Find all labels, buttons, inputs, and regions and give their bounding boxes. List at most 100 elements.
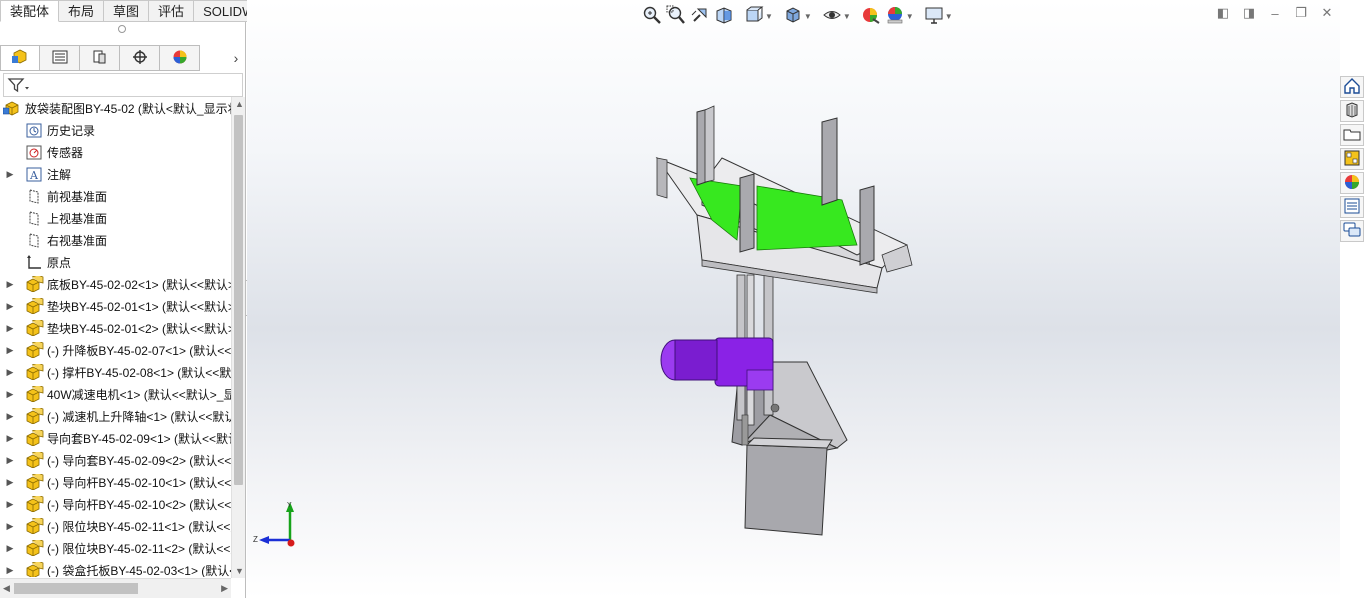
- tree-feature-row[interactable]: 传感器: [0, 141, 231, 163]
- assembly-model[interactable]: [642, 100, 932, 540]
- restore-icon[interactable]: ❐: [1294, 5, 1308, 20]
- tree-component-row[interactable]: ▶ (-) 升降板BY-45-02-07<1> (默认<<默认>_显示状态 1>): [0, 339, 231, 361]
- tab-2[interactable]: 草图: [104, 0, 150, 22]
- file-explorer-tab[interactable]: [1340, 124, 1364, 146]
- scroll-up-icon[interactable]: ▲: [235, 99, 244, 109]
- tree-component-row[interactable]: ▶ (-) 导向杆BY-45-02-10<1> (默认<<默认>_显示状态 1>): [0, 471, 231, 493]
- panel-grip-icon[interactable]: [118, 25, 126, 33]
- tree-component-row[interactable]: ▶ (-) 导向杆BY-45-02-10<2> (默认<<默认>_显示状态 1>): [0, 493, 231, 515]
- tree-root-label: 放袋装配图BY-45-02 (默认<默认_显示状态-1>): [25, 101, 231, 116]
- tab-0[interactable]: 装配体: [0, 0, 60, 22]
- tree-component-row[interactable]: ▶ (-) 袋盒托板BY-45-02-03<1> (默认<<默认>_显示状态 1>…: [0, 559, 231, 577]
- vertical-scroll-thumb[interactable]: [234, 115, 243, 485]
- expand-arrow-icon[interactable]: ▶: [0, 477, 20, 488]
- panel-tab-dimxpert-manager[interactable]: [120, 45, 160, 71]
- chevron-down-icon[interactable]: ▼: [945, 12, 953, 21]
- edit-appearance-icon: [861, 5, 881, 28]
- expand-arrow-icon[interactable]: ▶: [0, 169, 20, 180]
- expand-arrow-icon[interactable]: ▶: [0, 499, 20, 510]
- tree-component-row[interactable]: ▶ 垫块BY-45-02-01<2> (默认<<默认>_显示状态 1>): [0, 317, 231, 339]
- tree-component-row[interactable]: ▶ 底板BY-45-02-02<1> (默认<<默认>_显示状态 1>): [0, 273, 231, 295]
- close-icon[interactable]: ✕: [1320, 5, 1334, 20]
- appearances-scenes-tab[interactable]: [1340, 172, 1364, 194]
- tree-filter[interactable]: [3, 73, 243, 97]
- zoom-to-area-button[interactable]: [666, 5, 686, 27]
- appearances-scenes-icon: [1343, 173, 1361, 194]
- tree-item-label: (-) 袋盒托板BY-45-02-03<1> (默认<<默认>_显示状态 1>): [47, 563, 231, 578]
- tab-3[interactable]: 评估: [149, 0, 195, 22]
- chevron-down-icon[interactable]: ▼: [765, 12, 773, 21]
- expand-arrow-icon[interactable]: ▶: [0, 411, 20, 422]
- tree-component-row[interactable]: ▶ 垫块BY-45-02-01<1> (默认<<默认>_显示状态 1>): [0, 295, 231, 317]
- part-icon: [24, 495, 44, 513]
- expand-arrow-icon[interactable]: ▶: [0, 389, 20, 400]
- tree-feature-row[interactable]: 原点: [0, 251, 231, 273]
- tree-feature-row[interactable]: 右视基准面: [0, 229, 231, 251]
- tree-component-row[interactable]: ▶ (-) 限位块BY-45-02-11<1> (默认<<默认>_显示状态 1>): [0, 515, 231, 537]
- part-icon: [24, 429, 44, 447]
- expand-arrow-icon[interactable]: ▶: [0, 455, 20, 466]
- expand-arrow-icon[interactable]: ▶: [0, 433, 20, 444]
- design-library-tab[interactable]: [1340, 100, 1364, 122]
- expand-arrow-icon[interactable]: ▶: [0, 543, 20, 554]
- graphics-area[interactable]: ▼ ▼ ▼ ▼ ▼ ◧ ◨ – ❐ ✕ Y Z: [247, 0, 1340, 598]
- previous-view-button[interactable]: [690, 5, 710, 27]
- expand-arrow-icon[interactable]: ▶: [0, 279, 20, 290]
- panel-tab-feature-manager[interactable]: [0, 45, 40, 71]
- tree-root[interactable]: 放袋装配图BY-45-02 (默认<默认_显示状态-1>): [0, 97, 231, 119]
- view-orientation-button[interactable]: ▼: [744, 5, 773, 27]
- expand-arrow-icon[interactable]: ▶: [0, 565, 20, 576]
- chevron-down-icon[interactable]: ▼: [906, 12, 914, 21]
- expand-arrow-icon[interactable]: ▶: [0, 521, 20, 532]
- panel-tab-configuration-manager[interactable]: [80, 45, 120, 71]
- panel-tab-display-manager[interactable]: [160, 45, 200, 71]
- tree-feature-row[interactable]: ▶ A 注解: [0, 163, 231, 185]
- annotation-icon: A: [24, 165, 44, 183]
- tab-1[interactable]: 布局: [59, 0, 105, 22]
- view-palette-icon: [1343, 149, 1361, 170]
- tree-feature-row[interactable]: 历史记录: [0, 119, 231, 141]
- tree-component-row[interactable]: ▶ (-) 导向套BY-45-02-09<2> (默认<<默认>_显示状态 1>): [0, 449, 231, 471]
- view-settings-button[interactable]: ▼: [924, 5, 953, 27]
- scroll-right-icon[interactable]: ▶: [221, 583, 228, 594]
- tree-component-row[interactable]: ▶ (-) 减速机上升降轴<1> (默认<<默认>_显示状态 1>): [0, 405, 231, 427]
- tree-item-label: (-) 升降板BY-45-02-07<1> (默认<<默认>_显示状态 1>): [47, 343, 231, 358]
- tree-feature-row[interactable]: 上视基准面: [0, 207, 231, 229]
- panel-tab-property-manager[interactable]: [40, 45, 80, 71]
- tree-feature-row[interactable]: 前视基准面: [0, 185, 231, 207]
- chevron-right-icon[interactable]: ›: [228, 47, 244, 69]
- solidworks-resources-tab[interactable]: [1340, 76, 1364, 98]
- tree-component-row[interactable]: ▶ 导向套BY-45-02-09<1> (默认<<默认>_显示状态 1>): [0, 427, 231, 449]
- tree-component-row[interactable]: ▶ (-) 限位块BY-45-02-11<2> (默认<<默认>_显示状态 1>): [0, 537, 231, 559]
- tree-vertical-scrollbar[interactable]: ▲ ▼: [231, 97, 245, 578]
- section-view-button[interactable]: [714, 5, 734, 27]
- edit-appearance-button[interactable]: [861, 5, 881, 27]
- zoom-to-fit-button[interactable]: [642, 5, 662, 27]
- scroll-down-icon[interactable]: ▼: [235, 566, 244, 576]
- expand-arrow-icon[interactable]: ▶: [0, 323, 20, 334]
- part-icon: [24, 385, 44, 403]
- tree-component-row[interactable]: ▶ 40W减速电机<1> (默认<<默认>_显示状态 1>): [0, 383, 231, 405]
- hide-show-items-button[interactable]: ▼: [822, 5, 851, 27]
- view-palette-tab[interactable]: [1340, 148, 1364, 170]
- part-icon: [24, 451, 44, 469]
- forum-tab[interactable]: [1340, 220, 1364, 242]
- minimize-icon[interactable]: –: [1268, 6, 1282, 21]
- chevron-down-icon[interactable]: ▼: [843, 12, 851, 21]
- tile-right-icon[interactable]: ◨: [1242, 5, 1256, 20]
- tree-component-row[interactable]: ▶ (-) 撑杆BY-45-02-08<1> (默认<<默认>_显示状态 1>): [0, 361, 231, 383]
- horizontal-scroll-thumb[interactable]: [14, 583, 138, 594]
- custom-properties-tab[interactable]: [1340, 196, 1364, 218]
- tree-horizontal-scrollbar[interactable]: ◀ ▶: [0, 578, 231, 598]
- apply-scene-button[interactable]: ▼: [885, 5, 914, 27]
- panel-tab-bar: [0, 45, 200, 71]
- tree-item-label: (-) 减速机上升降轴<1> (默认<<默认>_显示状态 1>): [47, 409, 231, 424]
- expand-arrow-icon[interactable]: ▶: [0, 367, 20, 378]
- scroll-left-icon[interactable]: ◀: [3, 583, 10, 594]
- expand-arrow-icon[interactable]: ▶: [0, 345, 20, 356]
- display-style-button[interactable]: ▼: [783, 5, 812, 27]
- svg-text:A: A: [29, 169, 39, 182]
- tile-left-icon[interactable]: ◧: [1216, 5, 1230, 20]
- expand-arrow-icon[interactable]: ▶: [0, 301, 20, 312]
- chevron-down-icon[interactable]: ▼: [804, 12, 812, 21]
